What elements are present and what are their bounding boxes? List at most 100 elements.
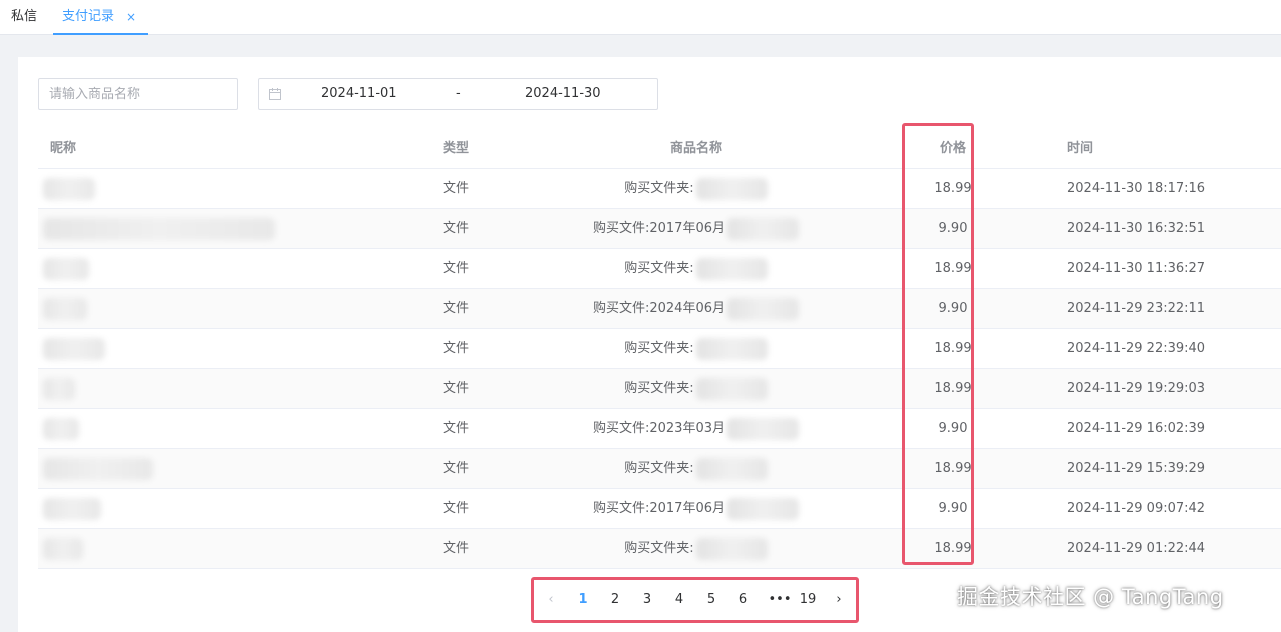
- watermark: 掘金技术社区 @ TangTang: [957, 585, 1224, 609]
- cell-product-name: 购买文件夹:: [536, 449, 856, 488]
- cell-price: 9.90: [938, 421, 968, 436]
- calendar-icon: [269, 88, 281, 100]
- product-name-blurred: [695, 377, 768, 400]
- cell-time: 2024-11-30 16:32:51: [1067, 221, 1206, 236]
- page-number[interactable]: 1: [575, 583, 591, 617]
- product-name-text: 购买文件夹:: [624, 261, 694, 276]
- table-row: 文件 购买文件夹: 18.99 2024-11-29 15:39:29: [38, 449, 1281, 489]
- product-name-text: 购买文件夹:: [624, 461, 694, 476]
- page-number[interactable]: 19: [795, 583, 821, 617]
- cell-type: 文件: [442, 381, 469, 396]
- cell-price: 18.99: [934, 381, 972, 396]
- cell-time: 2024-11-29 19:29:03: [1067, 381, 1206, 396]
- product-name-text: 购买文件夹:: [624, 381, 694, 396]
- nickname-blurred: [43, 338, 105, 360]
- cell-product-name: 购买文件:2023年03月: [536, 409, 856, 448]
- cell-product-name: 购买文件:2017年06月: [536, 489, 856, 528]
- cell-type: 文件: [442, 541, 469, 556]
- prev-page-icon[interactable]: ‹: [543, 583, 559, 617]
- date-range-picker[interactable]: 2024-11-01 - 2024-11-30: [258, 78, 658, 110]
- table-row: 文件 购买文件:2017年06月 9.90 2024-11-29 09:07:42: [38, 489, 1281, 529]
- cell-price: 18.99: [934, 461, 972, 476]
- page-number[interactable]: 3: [639, 583, 655, 617]
- tab-label: 私信: [10, 9, 37, 24]
- nickname-blurred: [43, 298, 87, 320]
- cell-type: 文件: [442, 261, 469, 276]
- cell-price: 18.99: [934, 541, 972, 556]
- cell-time: 2024-11-29 15:39:29: [1067, 461, 1206, 476]
- table-row: 文件 购买文件:2023年03月 9.90 2024-11-29 16:02:39: [38, 409, 1281, 449]
- pagination: ‹ 1 2 3 4 5 6 ••• 19 ›: [537, 583, 853, 617]
- payment-records-table: 昵称 类型 商品名称 价格 时间 文件 购买文件夹: 18.99 2024-11-30…: [38, 129, 1281, 569]
- product-name-blurred: [695, 257, 768, 280]
- product-name-text: 购买文件夹:: [624, 181, 694, 196]
- next-page-icon[interactable]: ›: [831, 583, 847, 617]
- product-name-blurred: [727, 217, 799, 240]
- table-row: 文件 购买文件:2017年06月 9.90 2024-11-30 16:32:51: [38, 209, 1281, 249]
- product-name-text: 购买文件:2023年03月: [592, 421, 725, 436]
- nickname-blurred: [43, 418, 79, 440]
- date-end-value[interactable]: 2024-11-30: [525, 79, 601, 109]
- cell-price: 18.99: [934, 341, 972, 356]
- page-number[interactable]: 4: [671, 583, 687, 617]
- cell-type: 文件: [442, 181, 469, 196]
- cell-price: 9.90: [938, 501, 968, 516]
- cell-type: 文件: [442, 301, 469, 316]
- cell-type: 文件: [442, 341, 469, 356]
- table-row: 文件 购买文件夹: 18.99 2024-11-30 18:17:16: [38, 169, 1281, 209]
- table-row: 文件 购买文件:2024年06月 9.90 2024-11-29 23:22:11: [38, 289, 1281, 329]
- cell-time: 2024-11-29 16:02:39: [1067, 421, 1206, 436]
- column-header-price: 价格: [939, 141, 966, 156]
- tab-private-message[interactable]: 私信: [0, 0, 48, 35]
- cell-product-name: 购买文件夹:: [536, 529, 856, 568]
- table-row: 文件 购买文件夹: 18.99 2024-11-30 11:36:27: [38, 249, 1281, 289]
- cell-price: 18.99: [934, 261, 972, 276]
- cell-time: 2024-11-29 01:22:44: [1067, 541, 1206, 556]
- nickname-blurred: [43, 538, 83, 560]
- tab-bar: 私信 支付记录 ×: [0, 0, 1281, 35]
- cell-type: 文件: [442, 501, 469, 516]
- page-number[interactable]: 2: [607, 583, 623, 617]
- tab-label: 支付记录: [62, 9, 115, 24]
- date-start-value[interactable]: 2024-11-01: [321, 79, 397, 109]
- content-card: 2024-11-01 - 2024-11-30 昵称 类型 商品名称 价格 时间…: [18, 57, 1281, 632]
- product-name-text: 购买文件:2024年06月: [592, 301, 725, 316]
- page-ellipsis[interactable]: •••: [767, 583, 793, 617]
- nickname-blurred: [43, 378, 75, 400]
- cell-product-name: 购买文件夹:: [536, 249, 856, 288]
- column-header-type: 类型: [442, 141, 469, 156]
- product-name-text: 购买文件:2017年06月: [592, 221, 725, 236]
- column-header-product-name: 商品名称: [669, 141, 722, 156]
- cell-price: 18.99: [934, 181, 972, 196]
- table-header: 昵称 类型 商品名称 价格 时间: [38, 129, 1281, 169]
- close-icon[interactable]: ×: [126, 0, 136, 34]
- cell-time: 2024-11-29 22:39:40: [1067, 341, 1206, 356]
- product-name-blurred: [727, 497, 799, 520]
- product-name-search-input[interactable]: [38, 78, 238, 110]
- tab-payment-records[interactable]: 支付记录 ×: [53, 0, 148, 35]
- nickname-blurred: [43, 498, 101, 520]
- page-number[interactable]: 5: [703, 583, 719, 617]
- product-name-blurred: [695, 457, 768, 480]
- cell-time: 2024-11-29 23:22:11: [1067, 301, 1206, 316]
- cell-type: 文件: [442, 461, 469, 476]
- table-row: 文件 购买文件夹: 18.99 2024-11-29 22:39:40: [38, 329, 1281, 369]
- nickname-blurred: [43, 258, 89, 280]
- table-row: 文件 购买文件夹: 18.99 2024-11-29 01:22:44: [38, 529, 1281, 569]
- nickname-blurred: [43, 458, 153, 480]
- product-name-blurred: [695, 537, 768, 560]
- page-number[interactable]: 6: [735, 583, 751, 617]
- product-name-blurred: [727, 297, 799, 320]
- nickname-blurred: [43, 178, 95, 200]
- cell-time: 2024-11-30 18:17:16: [1067, 181, 1206, 196]
- cell-product-name: 购买文件:2024年06月: [536, 289, 856, 328]
- cell-product-name: 购买文件:2017年06月: [536, 209, 856, 248]
- product-name-text: 购买文件夹:: [624, 341, 694, 356]
- table-body: 文件 购买文件夹: 18.99 2024-11-30 18:17:16 文件 购买文件:2…: [38, 169, 1281, 569]
- cell-type: 文件: [442, 221, 469, 236]
- date-range-separator: -: [456, 86, 461, 101]
- cell-time: 2024-11-29 09:07:42: [1067, 501, 1206, 516]
- column-header-time: 时间: [1067, 141, 1094, 156]
- cell-product-name: 购买文件夹:: [536, 169, 856, 208]
- column-header-nickname: 昵称: [50, 141, 77, 156]
